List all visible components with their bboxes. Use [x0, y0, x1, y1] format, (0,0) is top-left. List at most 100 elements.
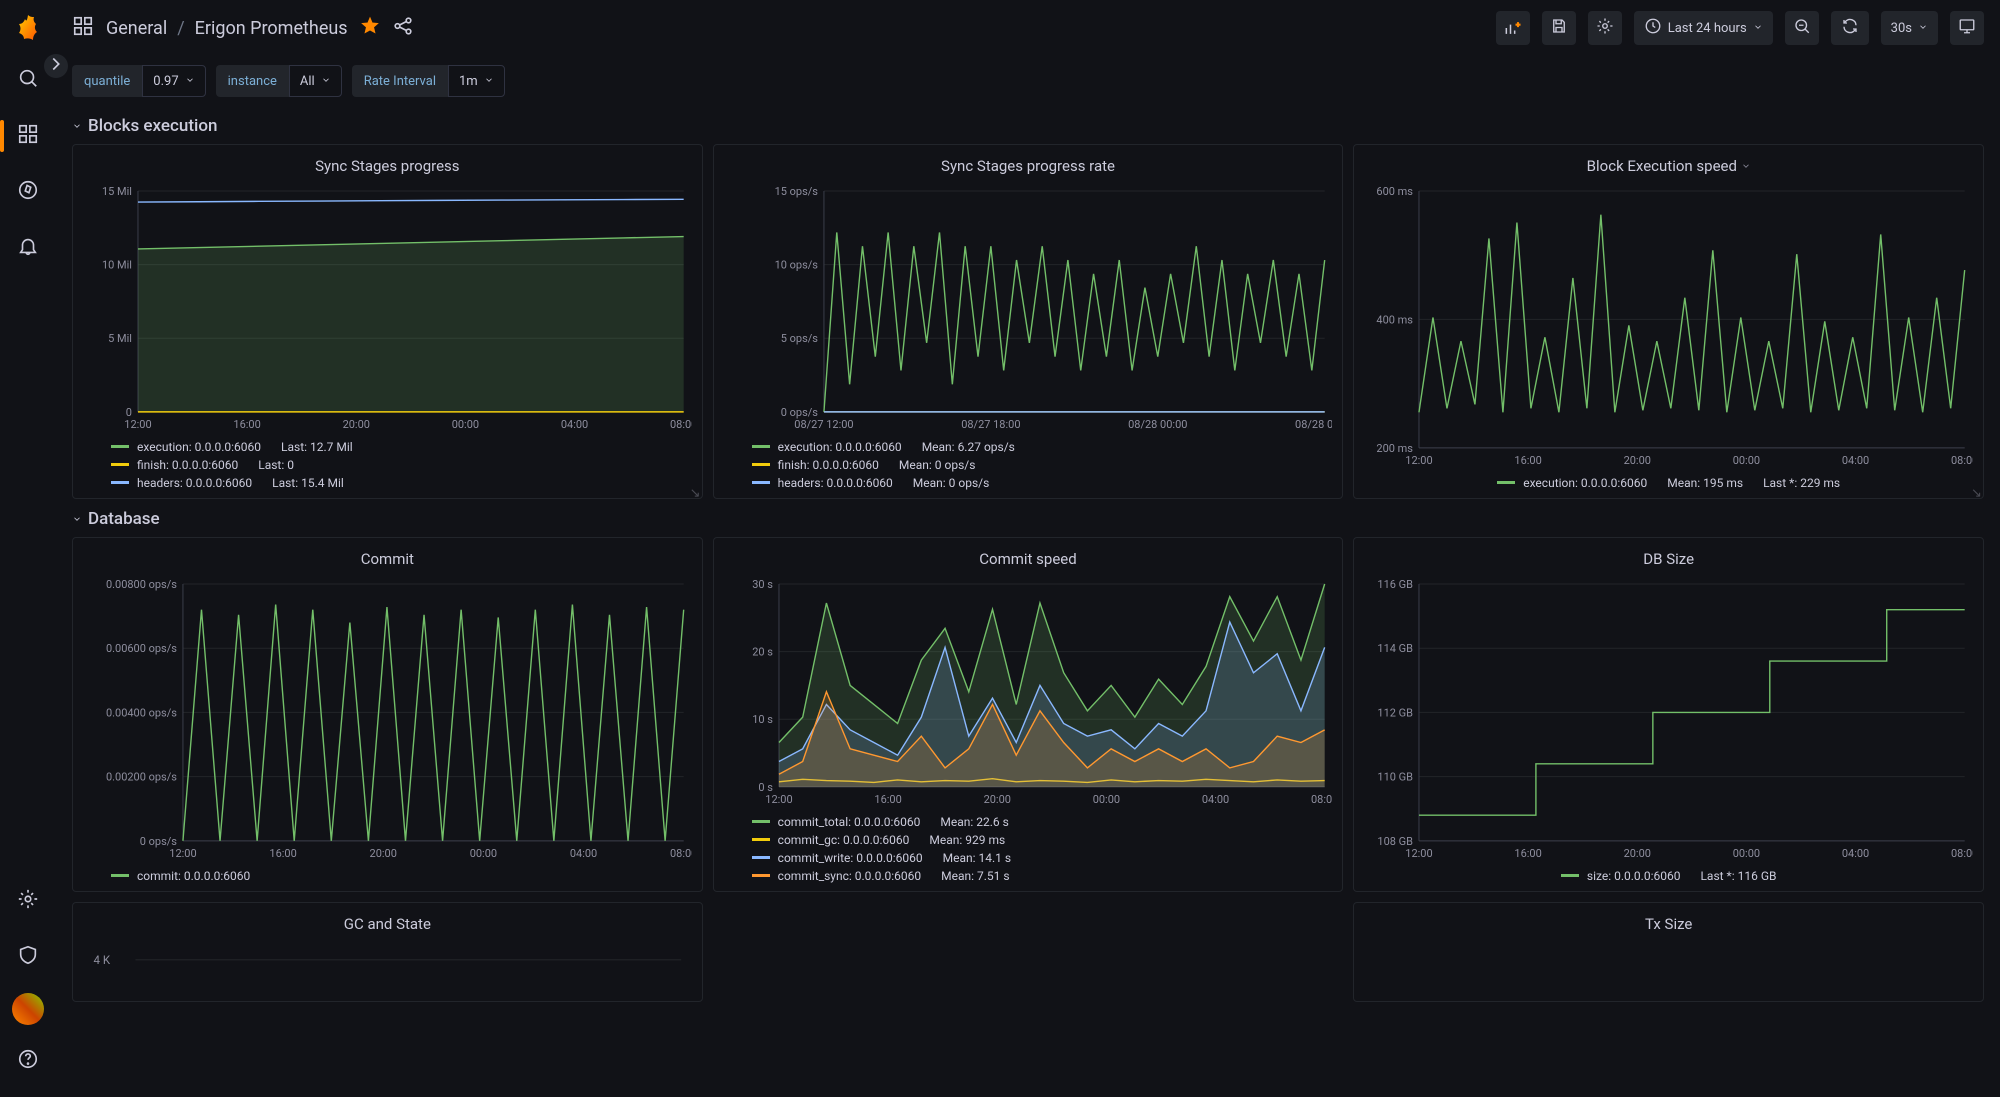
grafana-logo[interactable] — [12, 12, 44, 44]
legend-name: size: 0.0.0.0:6060 — [1587, 869, 1681, 883]
time-range-label: Last 24 hours — [1668, 21, 1747, 36]
chart[interactable]: 108 GB110 GB112 GB114 GB116 GB12:0016:00… — [1364, 576, 1973, 863]
svg-text:112 GB: 112 GB — [1378, 706, 1414, 719]
share-icon[interactable] — [392, 15, 414, 41]
panel-block-speed[interactable]: Block Execution speed 200 ms400 ms600 ms… — [1353, 144, 1984, 499]
legend-name: execution: 0.0.0.0:6060 — [778, 440, 902, 454]
legend-item[interactable]: execution: 0.0.0.0:6060Last: 12.7 Mil — [111, 440, 692, 454]
svg-text:00:00: 00:00 — [1733, 847, 1760, 860]
legend-name: commit_gc: 0.0.0.0:6060 — [778, 833, 910, 847]
tv-mode-button[interactable] — [1950, 11, 1984, 45]
legend-item[interactable]: size: 0.0.0.0:6060Last *: 116 GB — [1561, 869, 1777, 883]
svg-text:0.00200 ops/s: 0.00200 ops/s — [106, 771, 177, 784]
legend-item[interactable]: commit_gc: 0.0.0.0:6060Mean: 929 ms — [752, 833, 1333, 847]
row-toggle-database[interactable]: Database — [72, 499, 1984, 537]
dashboard-settings-button[interactable] — [1588, 11, 1622, 45]
legend-swatch — [752, 820, 770, 823]
svg-text:0.00400 ops/s: 0.00400 ops/s — [106, 706, 177, 719]
variable-select[interactable]: 0.97 — [142, 65, 205, 97]
svg-text:0.00800 ops/s: 0.00800 ops/s — [106, 578, 177, 591]
chart[interactable]: 0 ops/s0.00200 ops/s0.00400 ops/s0.00600… — [83, 576, 692, 863]
legend-item[interactable]: finish: 0.0.0.0:6060Last: 0 — [111, 458, 692, 472]
legend-stat: Last: 0 — [258, 458, 294, 472]
legend-stat: Mean: 0 ops/s — [899, 458, 976, 472]
chart[interactable]: 0 ops/s5 ops/s10 ops/s15 ops/s08/27 12:0… — [724, 183, 1333, 434]
breadcrumb-folder[interactable]: General — [106, 18, 167, 39]
legend-item[interactable]: finish: 0.0.0.0:6060 Mean: 0 ops/s — [752, 458, 1333, 472]
legend-item[interactable]: commit: 0.0.0.0:6060 — [111, 869, 692, 883]
add-panel-button[interactable] — [1496, 11, 1530, 45]
svg-text:04:00: 04:00 — [561, 418, 588, 431]
legend-item[interactable]: commit_sync: 0.0.0.0:6060Mean: 7.51 s — [752, 869, 1333, 883]
breadcrumb-title[interactable]: Erigon Prometheus — [195, 18, 348, 39]
legend-name: execution: 0.0.0.0:6060 — [1523, 476, 1647, 490]
svg-text:12:00: 12:00 — [124, 418, 151, 431]
legend-name: commit_total: 0.0.0.0:6060 — [778, 815, 921, 829]
nav-dashboards[interactable] — [8, 116, 48, 156]
legend-name: finish: 0.0.0.0:6060 — [778, 458, 879, 472]
panel-tx-size[interactable]: Tx Size — [1353, 902, 1984, 1002]
star-icon[interactable] — [360, 16, 380, 40]
svg-text:30 s: 30 s — [752, 578, 773, 591]
save-button[interactable] — [1542, 11, 1576, 45]
refresh-interval-picker[interactable]: 30s — [1881, 11, 1938, 45]
svg-text:0.00600 ops/s: 0.00600 ops/s — [106, 642, 177, 655]
resize-handle[interactable]: ↘ — [1971, 486, 1981, 496]
variable-select[interactable]: 1m — [448, 65, 505, 97]
svg-text:08:00: 08:00 — [1311, 793, 1333, 806]
header: General / Erigon Prometheus Last 24 hour… — [56, 0, 2000, 56]
svg-text:114 GB: 114 GB — [1378, 642, 1414, 655]
svg-text:00:00: 00:00 — [470, 847, 497, 860]
variable-select[interactable]: All — [289, 65, 342, 97]
refresh-button[interactable] — [1831, 11, 1869, 45]
nav-alerting[interactable] — [8, 228, 48, 268]
panel-gc-state[interactable]: GC and State 4 K — [72, 902, 703, 1002]
legend-item[interactable]: execution: 0.0.0.0:6060Mean: 195 msLast … — [1497, 476, 1840, 490]
panel-commit-speed[interactable]: Commit speed 0 s10 s20 s30 s12:0016:0020… — [713, 537, 1344, 892]
legend-swatch — [111, 874, 129, 877]
variable-rate-interval[interactable]: Rate Interval 1m — [352, 65, 505, 97]
svg-text:20:00: 20:00 — [983, 793, 1010, 806]
svg-text:04:00: 04:00 — [1842, 847, 1869, 860]
nav-admin[interactable] — [8, 937, 48, 977]
legend-swatch — [752, 874, 770, 877]
dashboard-grid-icon[interactable] — [72, 15, 94, 41]
breadcrumb: General / Erigon Prometheus — [106, 18, 348, 39]
save-icon — [1550, 17, 1568, 39]
time-range-picker[interactable]: Last 24 hours — [1634, 11, 1773, 45]
legend-swatch — [752, 838, 770, 841]
resize-handle[interactable]: ↘ — [690, 486, 700, 496]
svg-text:04:00: 04:00 — [1202, 793, 1229, 806]
legend-item[interactable]: commit_write: 0.0.0.0:6060Mean: 14.1 s — [752, 851, 1333, 865]
svg-text:116 GB: 116 GB — [1378, 578, 1414, 591]
svg-text:16:00: 16:00 — [269, 847, 296, 860]
chevron-down-icon[interactable] — [1741, 157, 1751, 175]
chart[interactable]: 4 K — [83, 941, 692, 997]
nav-explore[interactable] — [8, 172, 48, 212]
nav-help[interactable] — [8, 1041, 48, 1081]
legend-item[interactable]: headers: 0.0.0.0:6060Last: 15.4 Mil — [111, 476, 692, 490]
panel-commit[interactable]: Commit 0 ops/s0.00200 ops/s0.00400 ops/s… — [72, 537, 703, 892]
panel-sync-rate[interactable]: Sync Stages progress rate 0 ops/s5 ops/s… — [713, 144, 1344, 499]
svg-text:20:00: 20:00 — [343, 418, 370, 431]
svg-text:04:00: 04:00 — [1842, 454, 1869, 467]
compass-icon — [17, 179, 39, 205]
chart[interactable]: 200 ms400 ms600 ms12:0016:0020:0000:0004… — [1364, 183, 1973, 470]
legend-item[interactable]: execution: 0.0.0.0:6060 Mean: 6.27 ops/s — [752, 440, 1333, 454]
legend-item[interactable]: commit_total: 0.0.0.0:6060Mean: 22.6 s — [752, 815, 1333, 829]
variable-quantile[interactable]: quantile 0.97 — [72, 65, 206, 97]
panel-sync-stages[interactable]: Sync Stages progress 05 Mil10 Mil15 Mil1… — [72, 144, 703, 499]
nav-settings[interactable] — [8, 881, 48, 921]
nav-search[interactable] — [8, 60, 48, 100]
zoom-out-button[interactable] — [1785, 11, 1819, 45]
chart[interactable]: 0 s10 s20 s30 s12:0016:0020:0000:0004:00… — [724, 576, 1333, 809]
legend-stat: Mean: 6.27 ops/s — [922, 440, 1015, 454]
panel-title: Sync Stages progress rate — [724, 153, 1333, 183]
legend-item[interactable]: headers: 0.0.0.0:6060Mean: 0 ops/s — [752, 476, 1333, 490]
user-avatar[interactable] — [12, 993, 44, 1025]
legend-swatch — [1561, 874, 1579, 877]
variable-instance[interactable]: instance All — [216, 65, 342, 97]
chart[interactable]: 05 Mil10 Mil15 Mil12:0016:0020:0000:0004… — [83, 183, 692, 434]
panel-db-size[interactable]: DB Size 108 GB110 GB112 GB114 GB116 GB12… — [1353, 537, 1984, 892]
row-toggle-blocks[interactable]: Blocks execution — [72, 106, 1984, 144]
